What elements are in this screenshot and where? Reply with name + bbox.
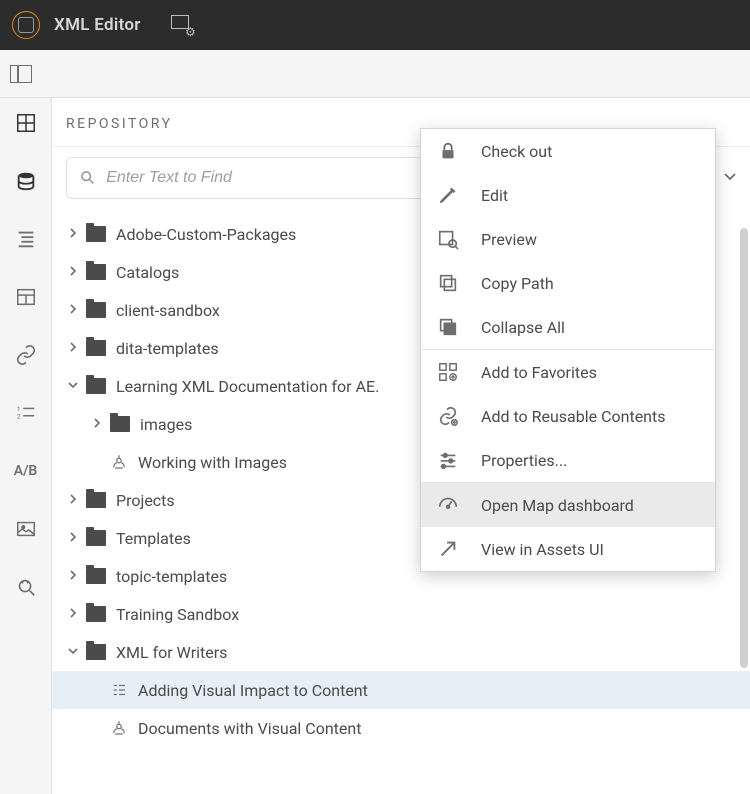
topic-icon bbox=[110, 719, 128, 737]
folder-icon bbox=[86, 644, 106, 660]
folder-icon bbox=[86, 226, 106, 242]
image-icon[interactable] bbox=[15, 518, 37, 540]
context-menu-label: Edit bbox=[481, 186, 508, 205]
tree-item[interactable]: XML for Writers bbox=[52, 633, 750, 671]
collapse-all-icon bbox=[437, 316, 459, 338]
tree-item-label: Templates bbox=[116, 529, 191, 548]
context-menu-label: View in Assets UI bbox=[481, 540, 604, 559]
svg-text:2: 2 bbox=[16, 413, 20, 421]
tree-item-label: Adobe-Custom-Packages bbox=[116, 225, 296, 244]
context-menu-item[interactable]: Collapse All bbox=[421, 305, 715, 349]
chevron-right-icon[interactable] bbox=[90, 417, 104, 431]
tree-item-label: Adding Visual Impact to Content bbox=[138, 681, 368, 700]
context-menu-label: Properties... bbox=[481, 451, 567, 470]
tree-item-label: Documents with Visual Content bbox=[138, 719, 361, 738]
chevron-down-icon[interactable] bbox=[66, 379, 80, 393]
dashboard-icon bbox=[437, 494, 459, 516]
context-menu-label: Add to Reusable Contents bbox=[481, 407, 666, 426]
tree-item[interactable]: Adding Visual Impact to Content bbox=[52, 671, 750, 709]
context-menu-label: Collapse All bbox=[481, 318, 565, 337]
preview-icon bbox=[437, 228, 459, 250]
left-rail: 12 A/B bbox=[0, 98, 52, 794]
chevron-right-icon[interactable] bbox=[66, 531, 80, 545]
context-menu-label: Preview bbox=[481, 230, 537, 249]
context-menu-label: Add to Favorites bbox=[481, 363, 597, 382]
folder-icon bbox=[86, 606, 106, 622]
folder-icon bbox=[86, 340, 106, 356]
window-settings-icon[interactable]: ⚙ bbox=[171, 14, 193, 36]
context-menu: Check out Edit Preview Copy Path Collapse Al… bbox=[420, 128, 716, 572]
toolbar bbox=[0, 50, 750, 98]
chevron-right-icon[interactable] bbox=[66, 303, 80, 317]
reusable-add-icon bbox=[437, 405, 459, 427]
compare-icon[interactable]: A/B bbox=[15, 460, 37, 482]
tree-item[interactable]: Training Sandbox bbox=[52, 595, 750, 633]
top-bar: XML Editor ⚙ bbox=[0, 0, 750, 50]
topic-icon bbox=[110, 453, 128, 471]
folder-icon bbox=[86, 568, 106, 584]
folder-icon bbox=[110, 416, 130, 432]
folder-icon bbox=[86, 302, 106, 318]
find-replace-icon[interactable] bbox=[15, 576, 37, 598]
tree-item-label: Learning XML Documentation for AE. bbox=[116, 377, 379, 396]
tree-item-label: Working with Images bbox=[138, 453, 287, 472]
copy-path-icon bbox=[437, 272, 459, 294]
panel-toggle-icon[interactable] bbox=[10, 65, 32, 83]
tree-item-label: dita-templates bbox=[116, 339, 219, 358]
scrollbar[interactable] bbox=[738, 228, 750, 788]
chevron-right-icon[interactable] bbox=[66, 569, 80, 583]
tree-item-label: topic-templates bbox=[116, 567, 227, 586]
open-link-icon bbox=[437, 538, 459, 560]
grid-icon[interactable] bbox=[15, 112, 37, 134]
tree-item-label: XML for Writers bbox=[116, 643, 227, 662]
chevron-right-icon[interactable] bbox=[66, 227, 80, 241]
context-menu-item[interactable]: View in Assets UI bbox=[421, 527, 715, 571]
properties-icon bbox=[437, 449, 459, 471]
context-menu-item[interactable]: Edit bbox=[421, 173, 715, 217]
folder-icon bbox=[86, 530, 106, 546]
lock-icon bbox=[437, 140, 459, 162]
outline-icon[interactable] bbox=[15, 228, 37, 250]
context-menu-item[interactable]: Open Map dashboard bbox=[421, 483, 715, 527]
link-icon[interactable] bbox=[15, 344, 37, 366]
layout-icon[interactable] bbox=[15, 286, 37, 308]
context-menu-label: Check out bbox=[481, 142, 552, 161]
pencil-icon bbox=[437, 184, 459, 206]
chevron-right-icon[interactable] bbox=[66, 493, 80, 507]
search-icon bbox=[79, 169, 96, 187]
chevron-right-icon[interactable] bbox=[66, 265, 80, 279]
tree-item-label: Training Sandbox bbox=[116, 605, 239, 624]
tree-item-label: Catalogs bbox=[116, 263, 179, 282]
favorites-add-icon bbox=[437, 361, 459, 383]
database-icon[interactable] bbox=[15, 170, 37, 192]
app-logo bbox=[12, 11, 40, 39]
context-menu-item[interactable]: Preview bbox=[421, 217, 715, 261]
folder-icon bbox=[86, 492, 106, 508]
tree-item-label: Projects bbox=[116, 491, 175, 510]
context-menu-item[interactable]: Check out bbox=[421, 129, 715, 173]
context-menu-label: Copy Path bbox=[481, 274, 554, 293]
chevron-down-icon[interactable] bbox=[66, 645, 80, 659]
context-menu-item[interactable]: Properties... bbox=[421, 438, 715, 482]
list-numbered-icon[interactable]: 12 bbox=[15, 402, 37, 424]
folder-icon bbox=[86, 264, 106, 280]
folder-icon bbox=[86, 378, 106, 394]
chevron-right-icon[interactable] bbox=[66, 607, 80, 621]
search-dropdown-icon[interactable] bbox=[724, 170, 736, 186]
app-title: XML Editor bbox=[54, 15, 141, 35]
map-icon bbox=[110, 681, 128, 699]
tree-item-label: client-sandbox bbox=[116, 301, 220, 320]
scrollbar-thumb[interactable] bbox=[740, 228, 748, 668]
context-menu-item[interactable]: Copy Path bbox=[421, 261, 715, 305]
context-menu-item[interactable]: Add to Reusable Contents bbox=[421, 394, 715, 438]
tree-item-label: images bbox=[140, 415, 192, 434]
context-menu-label: Open Map dashboard bbox=[481, 496, 634, 515]
tree-item[interactable]: Documents with Visual Content bbox=[52, 709, 750, 747]
context-menu-item[interactable]: Add to Favorites bbox=[421, 350, 715, 394]
chevron-right-icon[interactable] bbox=[66, 341, 80, 355]
